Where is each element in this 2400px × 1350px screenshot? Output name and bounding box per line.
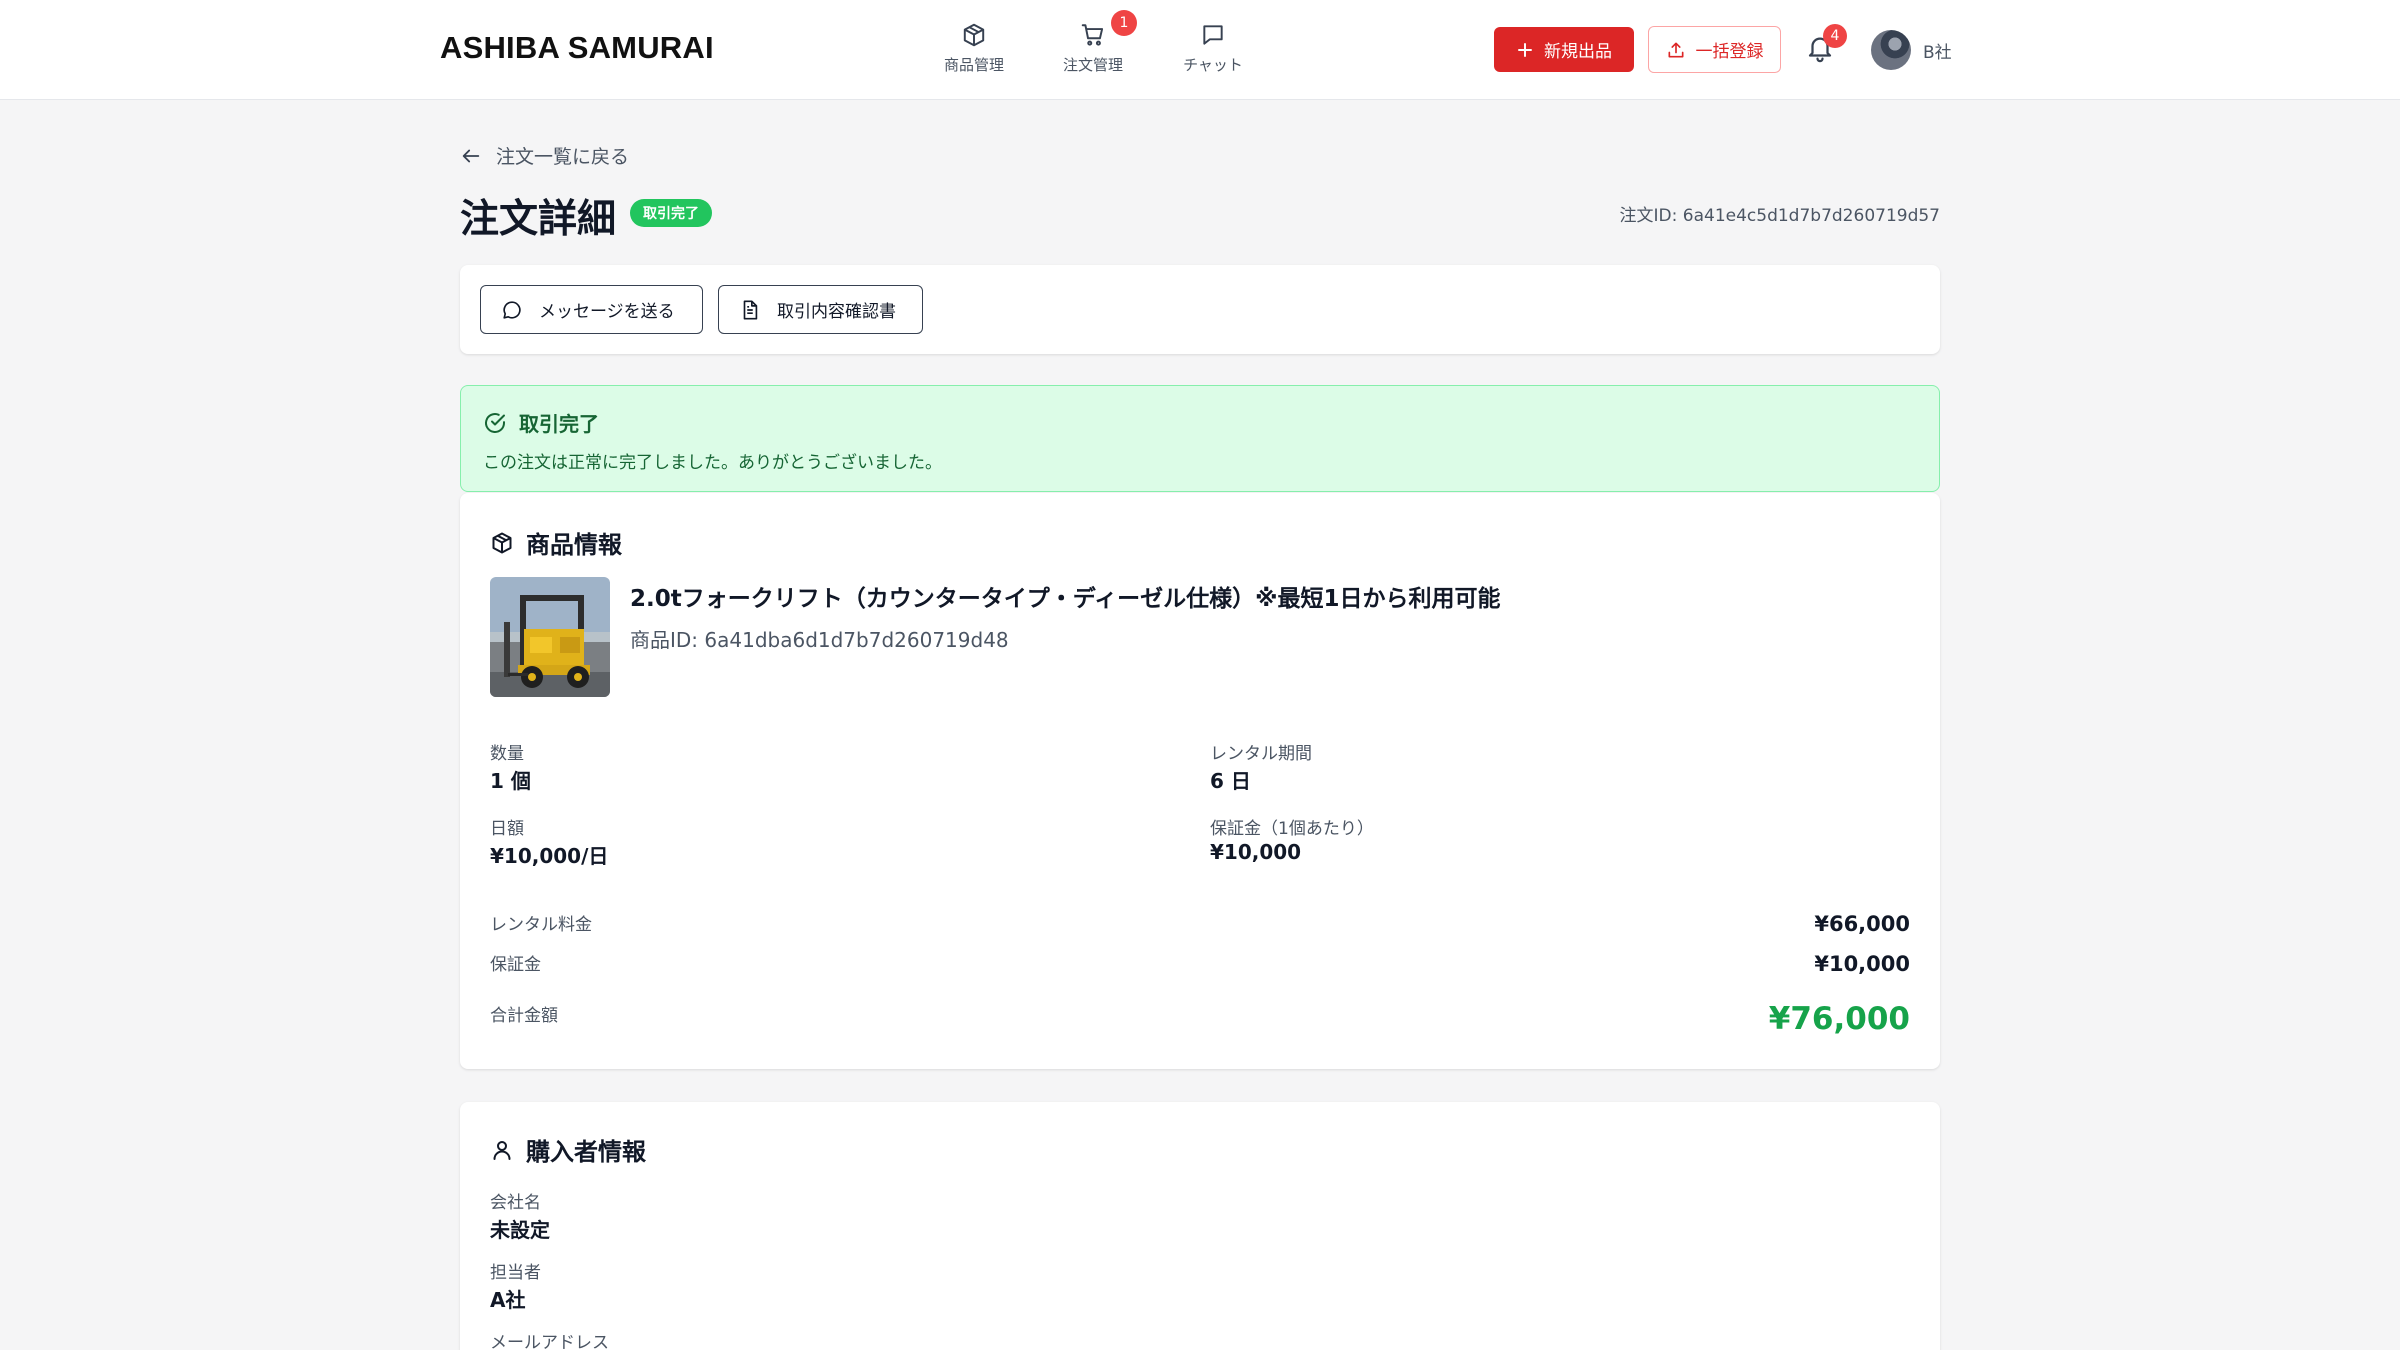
chat-bubble-icon — [1200, 22, 1226, 48]
nav-chat[interactable]: チャット — [1163, 22, 1263, 78]
buyer-section-title: 購入者情報 — [490, 1132, 646, 1167]
deposit-value: ¥10,000 — [1814, 952, 1910, 976]
new-listing-label: 新規出品 — [1544, 42, 1612, 62]
status-alert-message: この注文は正常に完了しました。ありがとうございました。 — [483, 453, 942, 473]
new-listing-button[interactable]: 新規出品 — [1494, 27, 1634, 72]
rental-period-label: レンタル期間 — [1210, 744, 1312, 764]
product-thumbnail[interactable] — [490, 577, 610, 697]
product-name[interactable]: 2.0tフォークリフト（カウンタータイプ・ディーゼル仕様）※最短1日から利用可能 — [630, 579, 1501, 613]
quantity-value: 1 個 — [490, 769, 531, 793]
send-message-label: メッセージを送る — [539, 302, 675, 322]
cart-icon — [1080, 22, 1106, 48]
user-icon — [490, 1138, 514, 1162]
upload-icon — [1666, 40, 1686, 60]
product-section-title: 商品情報 — [490, 525, 622, 560]
arrow-left-icon — [460, 145, 482, 167]
actions-card: メッセージを送る 取引内容確認書 — [460, 265, 1940, 354]
buyer-info-card: 購入者情報 会社名 未設定 担当者 A社 メールアドレス — [460, 1102, 1940, 1350]
box-icon — [961, 22, 987, 48]
bulk-register-label: 一括登録 — [1695, 42, 1764, 62]
bulk-register-button[interactable]: 一括登録 — [1648, 26, 1781, 73]
deposit-per-unit-value: ¥10,000 — [1210, 840, 1302, 864]
daily-rate-label: 日額 — [490, 819, 524, 839]
document-icon — [739, 299, 761, 321]
page-title: 注文詳細 — [460, 197, 617, 242]
rental-fee-label: レンタル料金 — [490, 915, 592, 935]
nav-orders-label: 注文管理 — [1062, 56, 1123, 74]
product-id: 商品ID: 6a41dba6d1d7b7d260719d48 — [630, 628, 1009, 652]
total-amount-label: 合計金額 — [490, 1006, 558, 1026]
daily-rate-value: ¥10,000/日 — [490, 844, 609, 868]
contact-person-value: A社 — [490, 1288, 526, 1312]
nav-products[interactable]: 商品管理 — [924, 22, 1024, 78]
user-menu[interactable]: B社 — [1871, 29, 1952, 71]
deposit-label: 保証金 — [490, 955, 541, 975]
top-header: ASHIBA SAMURAI 商品管理 注文管理 1 チャット 新規出品 一括登… — [0, 0, 2400, 100]
email-label: メールアドレス — [490, 1333, 609, 1350]
user-name: B社 — [1923, 42, 1952, 63]
deposit-per-unit-label: 保証金（1個あたり） — [1210, 819, 1374, 839]
brand-logo[interactable]: ASHIBA SAMURAI — [440, 30, 714, 66]
rental-period-value: 6 日 — [1210, 769, 1251, 793]
back-to-orders-link[interactable]: 注文一覧に戻る — [460, 142, 629, 169]
orders-count-badge: 1 — [1111, 10, 1137, 36]
message-circle-icon — [501, 299, 523, 321]
buyer-section-title-text: 購入者情報 — [526, 1138, 646, 1166]
notifications-button[interactable]: 4 — [1805, 24, 1847, 65]
product-info-card: 商品情報 2.0tフォークリフト（カウンタータイプ・ディーゼル仕様）※最短1日か… — [460, 493, 1940, 1069]
nav-chat-label: チャット — [1183, 56, 1243, 74]
quantity-label: 数量 — [490, 744, 524, 764]
status-badge: 取引完了 — [630, 199, 712, 227]
total-amount-value: ¥76,000 — [1768, 1001, 1910, 1037]
plus-icon — [1516, 41, 1534, 59]
nav-products-label: 商品管理 — [943, 56, 1004, 74]
transaction-complete-alert: 取引完了 この注文は正常に完了しました。ありがとうございました。 — [460, 385, 1940, 492]
company-value: 未設定 — [490, 1218, 550, 1242]
back-link-label: 注文一覧に戻る — [496, 146, 630, 168]
notifications-count-badge: 4 — [1823, 24, 1847, 48]
box-icon — [490, 531, 514, 555]
rental-fee-value: ¥66,000 — [1814, 912, 1910, 936]
nav-orders[interactable]: 注文管理 1 — [1043, 10, 1143, 78]
transaction-confirmation-label: 取引内容確認書 — [777, 302, 896, 322]
status-alert-title-text: 取引完了 — [519, 412, 599, 436]
product-section-title-text: 商品情報 — [526, 531, 622, 559]
order-id: 注文ID: 6a41e4c5d1d7b7d260719d57 — [1619, 206, 1940, 226]
check-circle-icon — [483, 411, 507, 435]
company-label: 会社名 — [490, 1193, 541, 1213]
transaction-confirmation-button[interactable]: 取引内容確認書 — [718, 285, 923, 334]
avatar — [1871, 30, 1911, 70]
contact-person-label: 担当者 — [490, 1263, 541, 1283]
status-alert-title: 取引完了 — [483, 408, 599, 437]
send-message-button[interactable]: メッセージを送る — [480, 285, 703, 334]
